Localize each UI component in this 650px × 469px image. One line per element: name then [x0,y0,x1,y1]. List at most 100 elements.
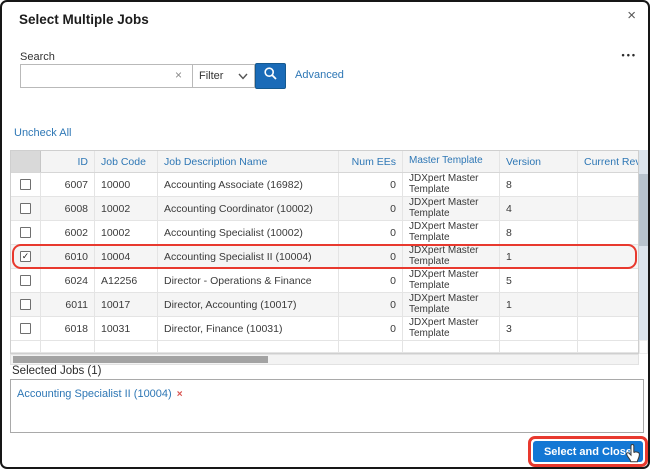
row-checkbox-cell [11,269,41,292]
vertical-scrollbar[interactable] [639,150,648,354]
row-version-cell: 3 [500,317,578,340]
row-job-code-cell: 10017 [95,293,158,316]
row-master-template-cell: JDXpert Master Template [403,293,500,316]
row-num-ees-cell: 0 [339,197,403,220]
row-job-description-cell: Director, Finance (10031) [158,317,339,340]
row-num-ees-cell: 0 [339,317,403,340]
row-checkbox-cell [11,293,41,316]
row-current-review-cell [578,221,639,244]
row-master-template-cell: JDXpert Master Template [403,197,500,220]
column-header-job-description-name[interactable]: Job Description Name [158,151,339,172]
row-version-cell: 8 [500,221,578,244]
column-header-version[interactable]: Version [500,151,578,172]
row-id-cell: 6024 [41,269,95,292]
row-current-review-cell [578,269,639,292]
uncheck-all-link[interactable]: Uncheck All [14,127,71,139]
dialog-title: Select Multiple Jobs [19,12,149,27]
row-checkbox-cell [11,221,41,244]
row-id-cell: 6002 [41,221,95,244]
empty-cell [500,341,578,352]
search-label: Search [20,51,55,63]
row-current-review-cell [578,197,639,220]
row-job-code-cell: 10004 [95,245,158,268]
close-icon[interactable]: × [627,8,636,23]
empty-cell [339,341,403,352]
row-checkbox-cell [11,173,41,196]
chip-remove-icon[interactable]: × [177,389,183,400]
row-id-cell: 6018 [41,317,95,340]
table-row[interactable]: 600810002Accounting Coordinator (10002)0… [11,197,639,221]
checkbox-unchecked[interactable] [20,203,31,214]
row-job-code-cell: 10002 [95,197,158,220]
table-header-row: ID Job Code Job Description Name Num EEs… [11,151,639,173]
search-icon [263,66,278,86]
row-current-review-cell [578,245,639,268]
table-row[interactable]: 600710000Accounting Associate (16982)0JD… [11,173,639,197]
row-job-code-cell: 10031 [95,317,158,340]
table-row[interactable]: ✓601010004Accounting Specialist II (1000… [11,245,639,269]
row-current-review-cell [578,317,639,340]
row-version-cell: 1 [500,293,578,316]
row-id-cell: 6008 [41,197,95,220]
column-header-master-template[interactable]: Master Template [403,151,500,172]
column-header-current-review[interactable]: Current Review [578,151,639,172]
row-checkbox-cell [11,197,41,220]
filter-dropdown[interactable]: Filter [192,64,255,88]
empty-cell [11,341,41,352]
selected-job-chip: Accounting Specialist II (10004) × [17,388,183,400]
overflow-menu-icon[interactable]: ••• [622,50,637,60]
select-column-header [11,151,41,172]
row-num-ees-cell: 0 [339,221,403,244]
row-master-template-cell: JDXpert Master Template [403,173,500,196]
horizontal-scrollbar[interactable] [10,354,639,365]
chevron-down-icon [238,73,248,80]
row-master-template-cell: JDXpert Master Template [403,269,500,292]
select-and-close-button[interactable]: Select and Close [533,441,643,462]
table-row[interactable]: 6024A12256Director - Operations & Financ… [11,269,639,293]
row-job-code-cell: 10002 [95,221,158,244]
search-input[interactable] [20,64,192,88]
select-multiple-jobs-dialog: Select Multiple Jobs × ••• Search × Filt… [0,0,650,469]
checkbox-unchecked[interactable] [20,179,31,190]
column-header-id[interactable]: ID [41,151,95,172]
search-button[interactable] [255,63,286,89]
row-job-code-cell: 10000 [95,173,158,196]
advanced-link[interactable]: Advanced [295,69,344,81]
row-job-description-cell: Director, Accounting (10017) [158,293,339,316]
empty-cell [578,341,639,352]
table-body: 600710000Accounting Associate (16982)0JD… [11,173,638,353]
table-row[interactable]: 600210002Accounting Specialist (10002)0J… [11,221,639,245]
filter-selected-value: Filter [199,70,223,82]
checkbox-unchecked[interactable] [20,323,31,334]
empty-cell [41,341,95,352]
row-job-description-cell: Accounting Specialist II (10004) [158,245,339,268]
selected-jobs-label: Selected Jobs (1) [12,365,102,377]
row-checkbox-cell: ✓ [11,245,41,268]
vertical-scrollbar-thumb[interactable] [639,174,648,246]
row-master-template-cell: JDXpert Master Template [403,221,500,244]
row-job-code-cell: A12256 [95,269,158,292]
clear-search-icon[interactable]: × [175,68,182,82]
checkbox-checked[interactable]: ✓ [20,251,31,262]
column-header-num-ees[interactable]: Num EEs [339,151,403,172]
table-row[interactable]: 601110017Director, Accounting (10017)0JD… [11,293,639,317]
row-id-cell: 6007 [41,173,95,196]
horizontal-scrollbar-thumb[interactable] [13,356,268,363]
selected-job-chip-label: Accounting Specialist II (10004) [17,388,172,400]
row-id-cell: 6011 [41,293,95,316]
row-master-template-cell: JDXpert Master Template [403,317,500,340]
row-job-description-cell: Accounting Associate (16982) [158,173,339,196]
checkbox-unchecked[interactable] [20,299,31,310]
row-num-ees-cell: 0 [339,245,403,268]
row-current-review-cell [578,293,639,316]
row-version-cell: 1 [500,245,578,268]
selected-jobs-box: Accounting Specialist II (10004) × [10,379,644,433]
checkbox-unchecked[interactable] [20,227,31,238]
empty-cell [403,341,500,352]
row-version-cell: 5 [500,269,578,292]
row-version-cell: 8 [500,173,578,196]
table-row[interactable]: 601810031Director, Finance (10031)0JDXpe… [11,317,639,341]
column-header-job-code[interactable]: Job Code [95,151,158,172]
row-job-description-cell: Director - Operations & Finance [158,269,339,292]
checkbox-unchecked[interactable] [20,275,31,286]
